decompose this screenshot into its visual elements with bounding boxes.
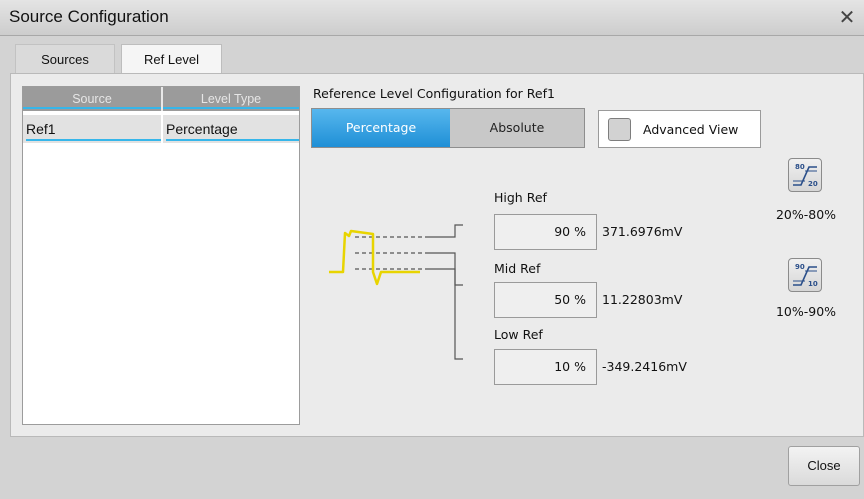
advanced-view-label: Advanced View xyxy=(643,122,739,137)
svg-text:20: 20 xyxy=(808,180,818,188)
low-ref-input[interactable]: 10 % xyxy=(494,349,597,385)
column-header-level-type[interactable]: Level Type xyxy=(163,87,299,109)
percentage-button[interactable]: Percentage xyxy=(312,109,450,147)
config-heading: Reference Level Configuration for Ref1 xyxy=(313,86,555,101)
svg-text:10: 10 xyxy=(808,280,818,288)
cell-divider xyxy=(161,115,163,143)
high-ref-input[interactable]: 90 % xyxy=(494,214,597,250)
slope-icon: 90 10 xyxy=(793,263,818,288)
svg-text:90: 90 xyxy=(795,263,805,271)
tab-sources[interactable]: Sources xyxy=(15,44,115,74)
mid-ref-label: Mid Ref xyxy=(494,261,541,276)
cell-level-type: Percentage xyxy=(166,115,299,141)
preset-20-80-button[interactable]: 80 20 xyxy=(788,158,822,192)
waveform-diagram-icon xyxy=(329,224,463,360)
close-icon[interactable]: ✕ xyxy=(836,5,858,29)
tab-ref-level[interactable]: Ref Level xyxy=(121,44,222,75)
slope-icon: 80 20 xyxy=(793,163,818,188)
low-ref-value: -349.2416mV xyxy=(602,359,687,374)
advanced-view-toggle[interactable]: Advanced View xyxy=(598,110,761,148)
column-header-source[interactable]: Source xyxy=(23,87,161,109)
table-header: Source Level Type xyxy=(23,87,299,111)
mid-ref-value: 11.22803mV xyxy=(602,292,683,307)
close-button[interactable]: Close xyxy=(788,446,860,486)
low-ref-label: Low Ref xyxy=(494,327,543,342)
title-bar: Source Configuration ✕ xyxy=(0,0,864,36)
mode-toggle: Percentage Absolute xyxy=(311,108,585,148)
window-title: Source Configuration xyxy=(9,7,169,26)
mid-ref-input[interactable]: 50 % xyxy=(494,282,597,318)
preset-10-90-label: 10%-90% xyxy=(775,304,837,319)
table-row[interactable]: Ref1 Percentage xyxy=(23,115,299,143)
high-ref-label: High Ref xyxy=(494,190,547,205)
absolute-button[interactable]: Absolute xyxy=(450,109,584,147)
preset-10-90-button[interactable]: 90 10 xyxy=(788,258,822,292)
svg-text:80: 80 xyxy=(795,163,805,171)
high-ref-value: 371.6976mV xyxy=(602,224,683,239)
cell-source: Ref1 xyxy=(26,115,161,141)
preset-20-80-label: 20%-80% xyxy=(775,207,837,222)
advanced-view-checkbox[interactable] xyxy=(608,118,631,141)
